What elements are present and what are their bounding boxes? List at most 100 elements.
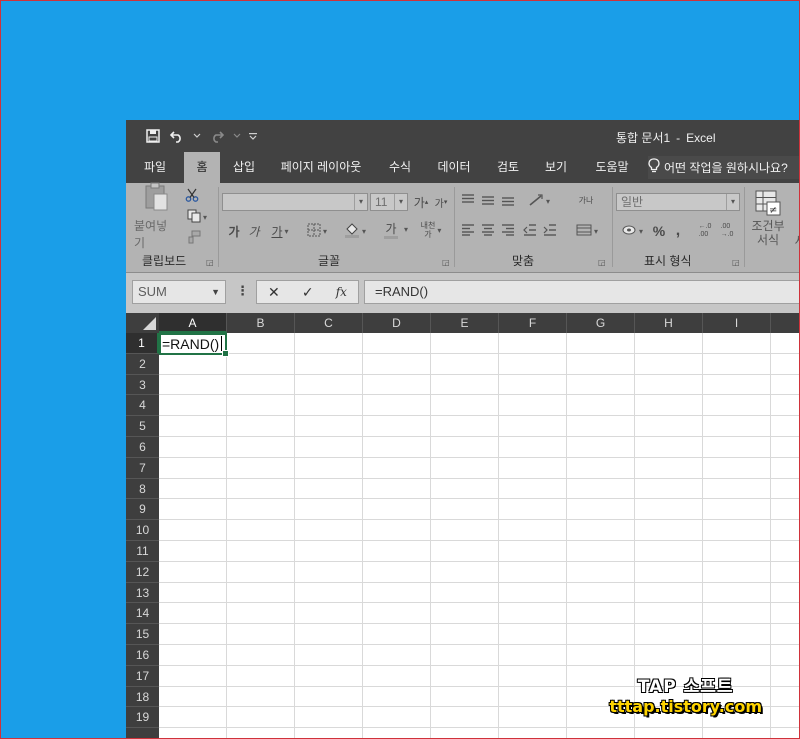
merge-center-button[interactable]: ▾ <box>570 221 604 241</box>
row-header-11[interactable]: 11 <box>126 541 159 562</box>
row-header-2[interactable]: 2 <box>126 353 159 375</box>
row-header-13[interactable]: 13 <box>126 582 159 604</box>
align-middle-button[interactable] <box>478 191 498 211</box>
format-painter-button[interactable] <box>184 229 204 247</box>
bold-button[interactable]: 가 <box>224 221 244 241</box>
cut-button[interactable] <box>182 186 202 206</box>
font-size-combo[interactable]: 11 ▾ <box>370 193 408 211</box>
column-header-g[interactable]: G <box>567 313 635 333</box>
row-header-9[interactable]: 9 <box>126 499 159 521</box>
name-box[interactable]: SUM ▼ <box>132 280 226 304</box>
tab-view[interactable]: 보기 <box>538 152 574 183</box>
fill-handle[interactable] <box>222 350 229 357</box>
wrap-text-button[interactable]: 가나 <box>572 191 600 211</box>
clipboard-launcher-icon[interactable]: ◲ <box>206 258 214 267</box>
row-header-5[interactable]: 5 <box>126 416 159 437</box>
row-header-19[interactable]: 19 <box>126 707 159 729</box>
tab-review[interactable]: 검토 <box>490 152 526 183</box>
underline-button[interactable]: 가 ▾ <box>264 221 296 241</box>
watermark: TAP 소프트 tttap.tistory.com <box>609 672 762 716</box>
undo-dropdown-icon[interactable] <box>192 127 202 145</box>
tell-me-box[interactable]: 어떤 작업을 원하시나요? <box>648 156 800 179</box>
select-all-button[interactable] <box>126 313 159 333</box>
column-header-d[interactable]: D <box>363 313 431 333</box>
tab-help[interactable]: 도움말 <box>588 152 636 183</box>
orientation-button[interactable]: ▾ <box>522 191 556 211</box>
conditional-formatting-button[interactable]: ≠ 조건부 서식 <box>750 187 786 249</box>
formula-input[interactable]: =RAND() <box>364 280 800 304</box>
copy-button[interactable]: ▾ <box>182 207 212 227</box>
row-header-18[interactable]: 18 <box>126 686 159 708</box>
redo-dropdown-icon[interactable] <box>232 127 242 145</box>
alignment-launcher-icon[interactable]: ◲ <box>598 258 606 267</box>
row-header-next[interactable] <box>126 728 159 739</box>
font-launcher-icon[interactable]: ◲ <box>442 258 450 267</box>
customize-qat-icon[interactable] <box>248 127 258 145</box>
font-color-button[interactable]: 가 <box>374 221 408 241</box>
tab-insert[interactable]: 삽입 <box>226 152 262 183</box>
italic-button[interactable]: 가 <box>244 221 264 241</box>
comma-button[interactable]: , <box>670 221 686 241</box>
tab-home[interactable]: 홈 <box>184 152 220 183</box>
percent-button[interactable]: % <box>650 221 668 241</box>
save-icon[interactable] <box>144 127 162 145</box>
increase-indent-button[interactable] <box>540 221 560 241</box>
row-header-3[interactable]: 3 <box>126 374 159 396</box>
undo-icon[interactable] <box>168 127 186 145</box>
row-header-4[interactable]: 4 <box>126 395 159 417</box>
tab-file[interactable]: 파일 <box>134 152 176 183</box>
tab-page-layout[interactable]: 페이지 레이아웃 <box>276 152 366 183</box>
insert-function-icon[interactable]: fx <box>336 285 347 299</box>
gridline-horizontal <box>159 456 800 458</box>
row-header-6[interactable]: 6 <box>126 437 159 458</box>
tab-data[interactable]: 데이터 <box>432 152 476 183</box>
alignment-group-label: 맞춤 <box>512 254 535 268</box>
align-right-button[interactable] <box>498 221 518 241</box>
active-cell-a1[interactable]: =RAND() <box>159 333 229 357</box>
row-header-7[interactable]: 7 <box>126 457 159 479</box>
font-group-label: 글꼴 <box>318 254 341 268</box>
align-bottom-button[interactable] <box>498 191 518 211</box>
redo-icon[interactable] <box>208 127 226 145</box>
row-header-15[interactable]: 15 <box>126 624 159 645</box>
group-divider <box>612 187 613 267</box>
fill-color-button[interactable]: ▾ <box>338 221 372 241</box>
decrease-decimal-button[interactable]: .00 →.0 <box>716 221 738 241</box>
font-name-combo[interactable]: ▾ <box>222 193 368 211</box>
phonetic-button[interactable]: 내천 가 ▾ <box>414 219 448 241</box>
decrease-font-size-button[interactable]: 가 ▾ <box>432 193 450 211</box>
enter-icon[interactable]: ✓ <box>302 284 314 301</box>
row-header-16[interactable]: 16 <box>126 645 159 666</box>
column-header-a[interactable]: A <box>159 313 227 333</box>
accounting-format-button[interactable]: ▾ <box>616 221 648 241</box>
number-launcher-icon[interactable]: ◲ <box>732 258 740 267</box>
decrease-indent-button[interactable] <box>520 221 540 241</box>
row-header-17[interactable]: 17 <box>126 665 159 687</box>
column-header-i[interactable]: I <box>703 313 771 333</box>
increase-font-size-button[interactable]: 가 ▴ <box>412 193 430 211</box>
column-header-c[interactable]: C <box>295 313 363 333</box>
align-left-button[interactable] <box>458 221 478 241</box>
formula-bar-options-icon[interactable]: ⋮ <box>236 283 249 299</box>
paste-button[interactable]: 붙여넣기 <box>134 182 178 250</box>
number-format-combo[interactable]: 일반 ▾ <box>616 193 740 211</box>
column-header-b[interactable]: B <box>227 313 295 333</box>
row-header-1[interactable]: 1 <box>126 333 159 354</box>
column-header-e[interactable]: E <box>431 313 499 333</box>
borders-button[interactable]: ▾ <box>300 221 334 241</box>
row-header-12[interactable]: 12 <box>126 561 159 583</box>
row-header-10[interactable]: 10 <box>126 520 159 541</box>
formula-bar: SUM ▼ ⋮ ✕ ✓ fx =RAND() <box>126 273 800 313</box>
row-header-8[interactable]: 8 <box>126 478 159 500</box>
column-header-h[interactable]: H <box>635 313 703 333</box>
increase-decimal-button[interactable]: ←.0 .00 <box>694 221 716 241</box>
align-top-button[interactable] <box>458 191 478 211</box>
row-header-14[interactable]: 14 <box>126 603 159 625</box>
column-header-next[interactable] <box>771 313 800 333</box>
cancel-icon[interactable]: ✕ <box>268 284 280 301</box>
font-color-dropdown-icon[interactable]: ▾ <box>404 225 408 234</box>
tab-formulas[interactable]: 수식 <box>382 152 418 183</box>
align-center-button[interactable] <box>478 221 498 241</box>
format-as-table-button[interactable]: 서 <box>790 187 800 251</box>
column-header-f[interactable]: F <box>499 313 567 333</box>
